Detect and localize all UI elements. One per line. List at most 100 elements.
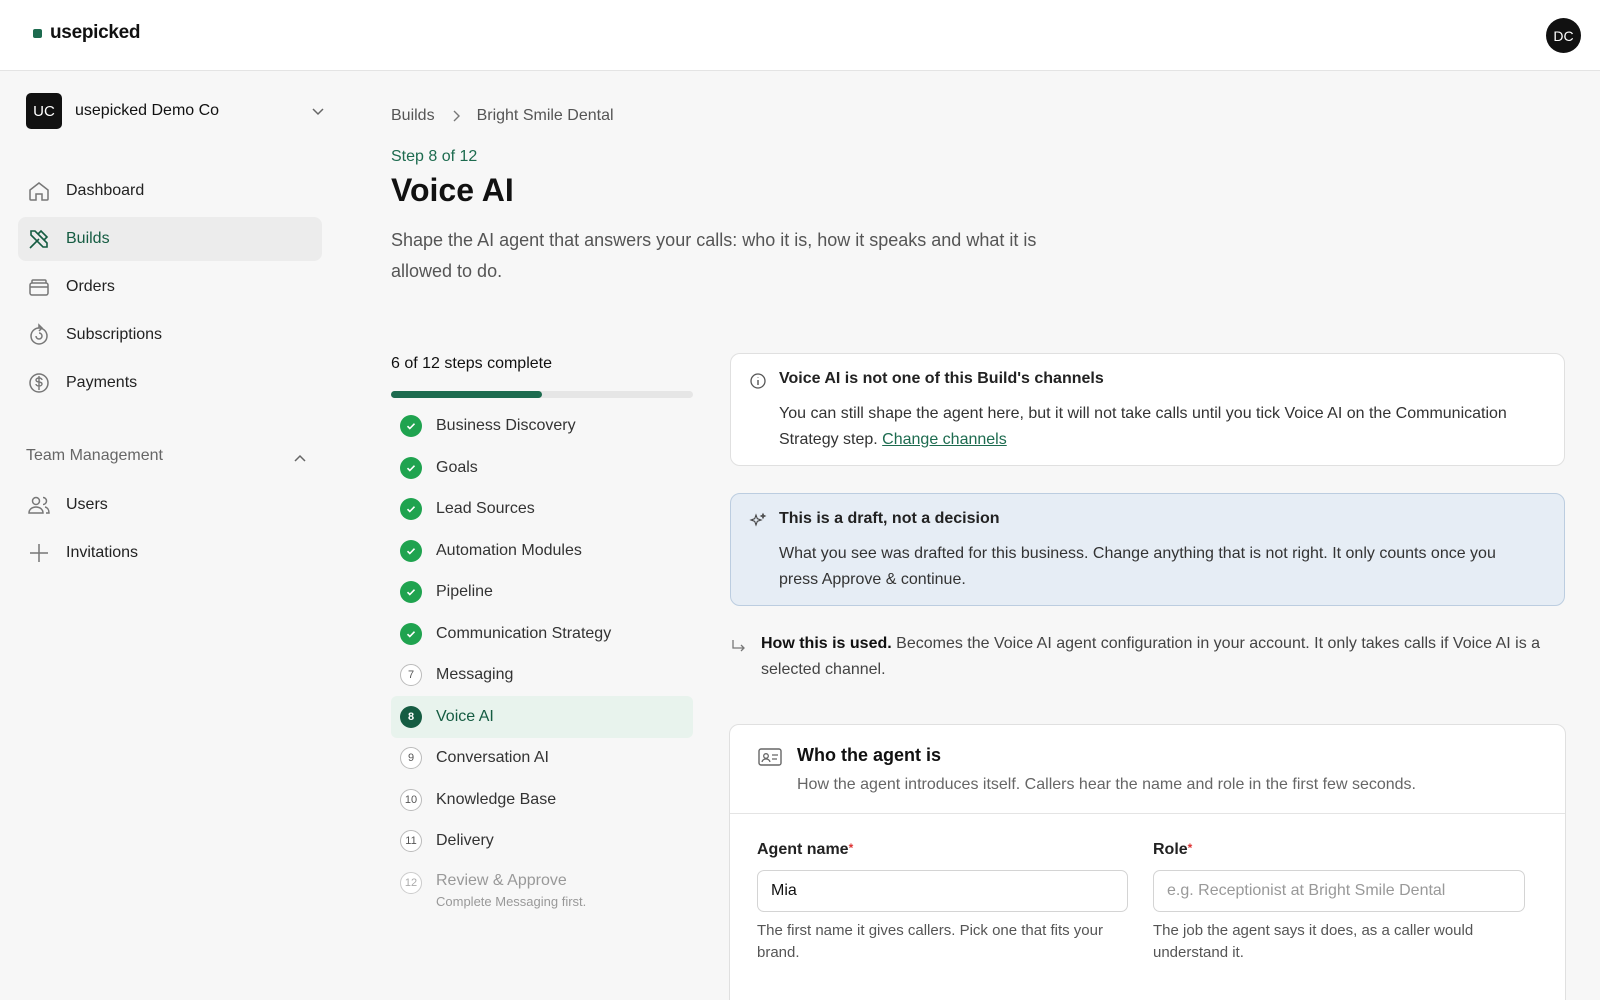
step-label: Communication Strategy: [436, 625, 611, 643]
user-avatar[interactable]: DC: [1546, 18, 1581, 53]
users-icon: [28, 496, 50, 514]
step-item[interactable]: Business Discovery: [391, 405, 693, 447]
team-management-header[interactable]: Team Management: [26, 447, 308, 471]
sidebar-item-invitations[interactable]: Invitations: [18, 531, 322, 575]
step-label-text: Review & Approve: [436, 871, 567, 889]
step-number: 8: [400, 705, 422, 728]
role-label: Role*: [1153, 841, 1192, 859]
usage-lead: How this is used.: [761, 635, 892, 652]
progress-fill: [391, 391, 542, 398]
step-label-text: Automation Modules: [436, 541, 582, 559]
sidebar-item-users[interactable]: Users: [18, 483, 322, 527]
agent-card-title: Who the agent is: [797, 745, 941, 765]
sidebar-item-builds[interactable]: Builds: [18, 217, 322, 261]
sparkle-icon: [749, 512, 767, 527]
brand-name: usepicked: [50, 22, 141, 43]
plus-icon: [30, 544, 48, 562]
role-label-text: Role: [1153, 841, 1188, 858]
sidebar-item-label: Payments: [66, 374, 138, 391]
brand-mark-icon: [33, 28, 42, 38]
step-item[interactable]: 11 Delivery: [391, 820, 693, 862]
breadcrumb-builds[interactable]: Builds: [391, 107, 435, 125]
step-label-text: Conversation AI: [436, 749, 549, 766]
return-arrow-icon: [732, 640, 745, 652]
check-icon: [400, 622, 422, 645]
chevron-right-icon: [453, 110, 460, 122]
step-item[interactable]: Lead Sources: [391, 488, 693, 530]
step-indicator: Step 8 of 12: [391, 148, 478, 165]
refresh-icon: [30, 323, 48, 345]
step-label: Review & Approve Complete Messaging first…: [436, 872, 586, 909]
home-icon: [29, 182, 49, 201]
sidebar: UC usepicked Demo Co Dashboard Builds Or…: [0, 71, 340, 1000]
step-item[interactable]: Pipeline: [391, 571, 693, 613]
step-label: Business Discovery: [436, 417, 576, 435]
agent-name-label-text: Agent name: [757, 841, 849, 858]
step-item[interactable]: 9 Conversation AI: [391, 737, 693, 779]
step-label-text: Voice AI: [436, 707, 494, 725]
agent-card-header: Who the agent is How the agent introduce…: [730, 725, 1565, 814]
role-input[interactable]: [1153, 870, 1525, 912]
check-icon: [400, 498, 422, 520]
breadcrumb-current: Bright Smile Dental: [476, 107, 614, 124]
sidebar-item-label: Builds: [66, 230, 110, 247]
sidebar-item-subscriptions[interactable]: Subscriptions: [18, 313, 322, 357]
sidebar-item-label: Dashboard: [66, 182, 145, 199]
step-label: Messaging: [436, 666, 513, 684]
check-icon: [400, 581, 422, 603]
chevron-down-icon: [312, 108, 324, 116]
step-label-text: Delivery: [436, 832, 494, 849]
step-item[interactable]: 7 Messaging: [391, 654, 693, 696]
channel-notice: Voice AI is not one of this Build's chan…: [730, 353, 1565, 466]
step-label: Goals: [436, 459, 478, 477]
progress-label: 6 of 12 steps complete: [391, 355, 552, 372]
role-help: The job the agent says it does, as a cal…: [1153, 922, 1474, 961]
step-label-text: Goals: [436, 458, 478, 476]
required-mark: *: [1187, 841, 1193, 855]
sidebar-item-label: Users: [66, 496, 108, 513]
agent-identity-card: Who the agent is How the agent introduce…: [729, 724, 1566, 1000]
sidebar-item-orders[interactable]: Orders: [18, 265, 322, 309]
dollar-icon: [29, 373, 49, 393]
step-number: 7: [400, 664, 422, 686]
check-icon: [400, 539, 422, 562]
step-number: 10: [400, 788, 422, 811]
step-label: Automation Modules: [436, 542, 582, 560]
step-label: Pipeline: [436, 583, 493, 601]
sidebar-item-label: Subscriptions: [66, 326, 163, 343]
brand-logo[interactable]: usepicked: [33, 22, 141, 44]
section-title: Team Management: [26, 447, 163, 464]
step-item[interactable]: 8 Voice AI: [391, 695, 693, 738]
draft-body: What you see was drafted for this busine…: [779, 545, 1496, 588]
step-label: Knowledge Base: [436, 791, 556, 809]
agent-card-desc: How the agent introduces itself. Callers…: [797, 776, 1416, 793]
step-item[interactable]: 10 Knowledge Base: [391, 779, 693, 821]
step-sublabel: Complete Messaging first.: [436, 893, 587, 909]
step-label-text: Lead Sources: [436, 500, 535, 517]
main-content: Builds Bright Smile Dental Step 8 of 12 …: [391, 71, 1600, 1000]
step-label: Delivery: [436, 832, 494, 850]
tools-icon: [29, 229, 49, 249]
org-name: usepicked Demo Co: [75, 102, 220, 119]
check-icon: [400, 415, 422, 437]
page-subtitle: Shape the AI agent that answers your cal…: [391, 230, 1037, 281]
breadcrumb: Builds Bright Smile Dental: [391, 107, 614, 125]
top-bar: usepicked DC: [0, 0, 1600, 71]
box-icon: [29, 279, 49, 296]
step-label-text: Messaging: [436, 666, 514, 683]
step-item[interactable]: Automation Modules: [391, 530, 693, 572]
change-channels-link[interactable]: Change channels: [882, 431, 1007, 448]
step-label-text: Pipeline: [436, 583, 493, 600]
agent-name-input[interactable]: [757, 870, 1128, 912]
step-label-text: Knowledge Base: [436, 790, 557, 808]
sidebar-item-payments[interactable]: Payments: [18, 361, 322, 405]
step-label: Voice AI: [436, 708, 494, 726]
page-title: Voice AI: [391, 172, 514, 208]
step-item[interactable]: Communication Strategy: [391, 613, 693, 655]
agent-name-label: Agent name*: [757, 841, 853, 859]
org-switcher[interactable]: UC usepicked Demo Co: [26, 92, 326, 130]
info-icon: [750, 373, 766, 389]
step-number: 12: [400, 871, 422, 894]
step-item[interactable]: Goals: [391, 447, 693, 489]
sidebar-item-dashboard[interactable]: Dashboard: [18, 169, 322, 213]
